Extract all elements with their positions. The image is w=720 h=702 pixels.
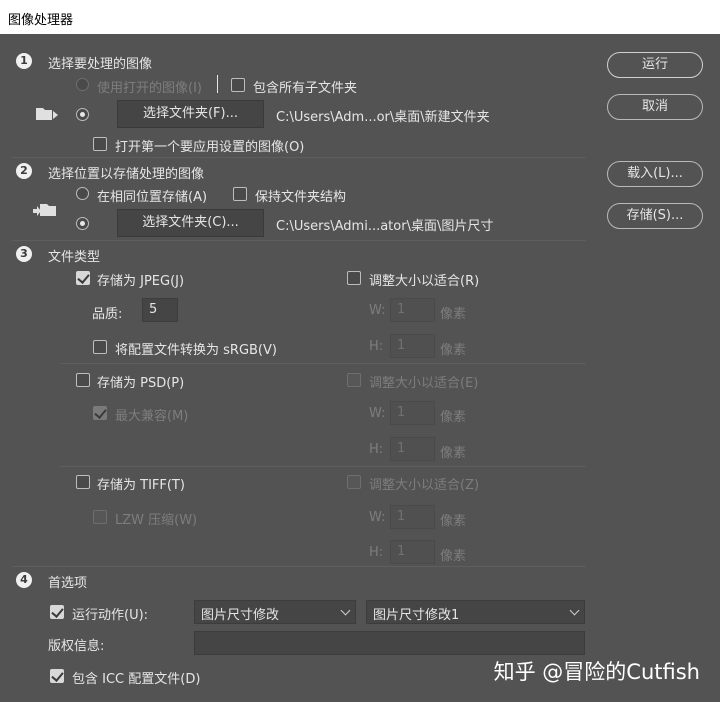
keep-structure-label: 保持文件夹结构: [255, 190, 347, 205]
same-location-radio[interactable]: [76, 187, 89, 200]
section1-title: 选择要处理的图像: [48, 57, 153, 72]
source-path: C:\Users\Adm...or\桌面\新建文件夹: [276, 110, 490, 125]
step-4-badge: 4: [16, 572, 32, 588]
psd-width-unit: 像素: [440, 410, 467, 425]
select-dest-folder-radio[interactable]: [76, 217, 89, 230]
save-psd-label: 存储为 PSD(P): [97, 376, 185, 391]
tiff-width-label: W:: [369, 510, 386, 525]
same-location-label: 在相同位置存储(A): [97, 190, 208, 205]
tiff-height-unit: 像素: [440, 549, 467, 564]
tiff-resize-checkbox[interactable]: [347, 475, 361, 489]
section2-title: 选择位置以存储处理的图像: [48, 167, 205, 182]
jpeg-height-label: H:: [369, 339, 384, 354]
action-set-value: 图片尺寸修改: [201, 608, 280, 623]
psd-resize-label: 调整大小以适合(E): [369, 376, 479, 391]
run-button[interactable]: 运行: [607, 52, 703, 78]
select-source-folder-button[interactable]: 选择文件夹(F)...: [117, 100, 264, 128]
section4-title: 首选项: [48, 576, 88, 591]
window-title: 图像处理器: [8, 13, 74, 28]
open-first-image-checkbox[interactable]: [93, 137, 107, 151]
jpeg-resize-label: 调整大小以适合(R): [369, 274, 480, 289]
jpeg-width-input[interactable]: 1: [390, 298, 435, 322]
tiff-height-input[interactable]: 1: [390, 540, 435, 564]
copyright-input[interactable]: [194, 631, 585, 655]
load-button[interactable]: 载入(L)...: [607, 161, 703, 187]
include-subfolders-checkbox[interactable]: [231, 78, 245, 92]
use-open-images-radio[interactable]: [76, 78, 89, 91]
divider: [60, 466, 586, 467]
dest-path: C:\Users\Admi...ator\桌面\图片尺寸: [276, 219, 494, 234]
convert-srgb-checkbox[interactable]: [93, 340, 107, 354]
save-psd-checkbox[interactable]: [76, 373, 90, 387]
section3-title: 文件类型: [48, 250, 101, 265]
save-tiff-checkbox[interactable]: [76, 475, 90, 489]
lzw-label: LZW 压缩(W): [115, 513, 198, 528]
include-icc-label: 包含 ICC 配置文件(D): [72, 672, 201, 687]
step-1-badge: 1: [16, 53, 32, 69]
quality-label: 品质:: [92, 307, 123, 322]
jpeg-width-label: W:: [369, 303, 386, 318]
step-3-badge: 3: [16, 246, 32, 262]
cancel-button[interactable]: 取消: [607, 94, 703, 120]
include-icc-checkbox[interactable]: [50, 669, 64, 683]
select-dest-folder-button[interactable]: 选择文件夹(C)...: [117, 209, 264, 237]
tiff-width-input[interactable]: 1: [390, 505, 435, 529]
jpeg-width-unit: 像素: [440, 307, 467, 322]
psd-height-input[interactable]: 1: [390, 437, 435, 461]
save-button[interactable]: 存储(S)...: [607, 203, 703, 229]
open-first-image-label: 打开第一个要应用设置的图像(O): [115, 140, 305, 155]
action-name-select[interactable]: 图片尺寸修改1: [366, 600, 585, 624]
divider: [12, 240, 586, 241]
chevron-down-icon: [340, 605, 351, 616]
action-set-select[interactable]: 图片尺寸修改: [194, 600, 356, 624]
folder-destination-icon: [33, 204, 56, 216]
step-2-badge: 2: [16, 163, 32, 179]
tiff-resize-label: 调整大小以适合(Z): [369, 478, 480, 493]
save-jpeg-label: 存储为 JPEG(J): [97, 274, 185, 289]
psd-width-input[interactable]: 1: [390, 401, 435, 425]
convert-srgb-label: 将配置文件转换为 sRGB(V): [115, 343, 277, 358]
watermark: 知乎 @冒险的Cutfish: [493, 660, 700, 684]
copyright-label: 版权信息:: [48, 639, 105, 654]
lzw-checkbox[interactable]: [93, 510, 107, 524]
divider: [12, 566, 586, 567]
folder-source-icon: [36, 108, 58, 120]
save-jpeg-checkbox[interactable]: [76, 271, 90, 285]
keep-structure-checkbox[interactable]: [233, 187, 247, 201]
divider: [60, 363, 586, 364]
jpeg-height-unit: 像素: [440, 343, 467, 358]
text-cursor: [217, 75, 218, 93]
psd-height-unit: 像素: [440, 446, 467, 461]
jpeg-resize-checkbox[interactable]: [347, 271, 361, 285]
psd-resize-checkbox[interactable]: [347, 373, 361, 387]
tiff-width-unit: 像素: [440, 514, 467, 529]
psd-width-label: W:: [369, 406, 386, 421]
max-compat-label: 最大兼容(M): [115, 409, 189, 424]
run-action-checkbox[interactable]: [50, 605, 64, 619]
tiff-height-label: H:: [369, 545, 384, 560]
save-tiff-label: 存储为 TIFF(T): [97, 478, 185, 493]
psd-height-label: H:: [369, 442, 384, 457]
action-name-value: 图片尺寸修改1: [373, 608, 460, 623]
chevron-down-icon: [569, 605, 580, 616]
include-subfolders-label: 包含所有子文件夹: [253, 81, 358, 96]
max-compat-checkbox[interactable]: [93, 406, 107, 420]
divider: [12, 157, 586, 158]
window-titlebar: 图像处理器: [0, 0, 720, 34]
quality-input[interactable]: 5: [142, 298, 178, 322]
run-action-label: 运行动作(U):: [72, 608, 149, 623]
use-open-images-label: 使用打开的图像(I): [97, 81, 202, 96]
jpeg-height-input[interactable]: 1: [390, 334, 435, 358]
select-folder-radio[interactable]: [76, 108, 89, 121]
